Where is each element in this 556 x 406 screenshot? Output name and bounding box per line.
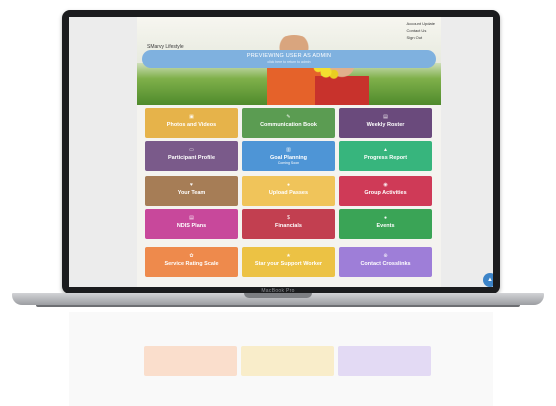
dollar-icon: $ <box>287 215 290 221</box>
laptop-screen: SMarvy Lifestyle Account Update Contact … <box>69 17 493 287</box>
laptop-foot <box>36 305 520 307</box>
rating-icon: ✿ <box>189 253 194 259</box>
tile-label: Service Rating Scale <box>164 261 219 267</box>
bar-chart-icon: ▥ <box>286 147 291 153</box>
tile-upload-passes[interactable]: ● Upload Passes <box>242 176 335 206</box>
tile-grid-primary: ▣ Photos and Videos ✎ Communication Book ▤ We… <box>145 108 433 171</box>
scroll-top-button[interactable]: ▲ <box>483 273 493 287</box>
laptop-lid: SMarvy Lifestyle Account Update Contact … <box>62 10 500 294</box>
hero-image: SMarvy Lifestyle Account Update Contact … <box>137 17 441 105</box>
photo-icon: ▣ <box>189 114 194 120</box>
tile-label: Upload Passes <box>268 190 309 196</box>
tile-events[interactable]: ● Events <box>339 209 432 239</box>
tile-label: Your Team <box>177 190 206 196</box>
tile-label: Weekly Roster <box>366 122 405 128</box>
tile-label: NDIS Plans <box>176 223 207 229</box>
tile-contact-crosslinks[interactable]: ⊕ Contact Crosslinks <box>339 247 432 277</box>
document-icon: ▤ <box>189 215 194 221</box>
reflection-tiles <box>144 346 432 376</box>
laptop-brand: MacBook Pro <box>261 288 295 294</box>
tile-star-your-support-worker[interactable]: ★ Star your Support Worker <box>242 247 335 277</box>
tile-photos-and-videos[interactable]: ▣ Photos and Videos <box>145 108 238 138</box>
tile-progress-report[interactable]: ▲ Progress Report <box>339 141 432 171</box>
reflection <box>62 312 500 406</box>
tile-ndis-plans[interactable]: ▤ NDIS Plans <box>145 209 238 239</box>
top-links: Account Update Contact Us Sign Out <box>407 20 435 41</box>
activity-icon: ◉ <box>383 182 388 188</box>
banner-subtitle: click here to return to admin <box>267 60 311 64</box>
tile-label: Events <box>376 223 395 229</box>
tile-sublabel: Coming Soon <box>277 161 300 165</box>
tile-label: Progress Report <box>363 155 408 161</box>
sign-out-link[interactable]: Sign Out <box>407 34 435 41</box>
admin-preview-banner[interactable]: PREVIEWING USER AS ADMIN click here to r… <box>142 50 436 68</box>
tile-service-rating-scale[interactable]: ✿ Service Rating Scale <box>145 247 238 277</box>
reflection-tile <box>144 346 237 376</box>
reflection-tile <box>241 346 334 376</box>
tile-grid-tertiary: ✿ Service Rating Scale ★ Star your Support … <box>145 247 433 277</box>
events-icon: ● <box>383 215 388 221</box>
tile-label: Financials <box>275 223 302 229</box>
tile-goal-planning[interactable]: ▥ Goal Planning Coming Soon <box>242 141 335 171</box>
tile-weekly-roster[interactable]: ▤ Weekly Roster <box>339 108 432 138</box>
tile-financials[interactable]: $ Financials <box>242 209 335 239</box>
tile-label: Participant Profile <box>167 155 216 161</box>
tile-label: Star your Support Worker <box>254 261 323 267</box>
tile-label: Contact Crosslinks <box>360 261 411 267</box>
website: SMarvy Lifestyle Account Update Contact … <box>137 17 441 287</box>
star-icon: ★ <box>286 253 291 259</box>
tile-grid-secondary: ♥ Your Team ● Upload Passes ◉ Group Activitie… <box>145 176 433 239</box>
banner-title: PREVIEWING USER AS ADMIN <box>246 53 332 59</box>
chat-icon: ✎ <box>286 114 291 120</box>
tile-label: Photos and Videos <box>166 122 217 128</box>
team-icon: ♥ <box>190 182 193 188</box>
contact-us-link[interactable]: Contact Us <box>407 27 435 34</box>
account-update-link[interactable]: Account Update <box>407 20 435 27</box>
tile-communication-book[interactable]: ✎ Communication Book <box>242 108 335 138</box>
reflection-tile <box>338 346 431 376</box>
stage: SMarvy Lifestyle Account Update Contact … <box>0 0 556 406</box>
tile-group-activities[interactable]: ◉ Group Activities <box>339 176 432 206</box>
tile-your-team[interactable]: ♥ Your Team <box>145 176 238 206</box>
tile-label: Communication Book <box>260 122 317 128</box>
trend-icon: ▲ <box>383 147 388 153</box>
id-card-icon: ▭ <box>189 147 194 153</box>
tile-label: Group Activities <box>364 190 407 196</box>
link-icon: ⊕ <box>383 253 388 259</box>
tile-participant-profile[interactable]: ▭ Participant Profile <box>145 141 238 171</box>
upload-icon: ● <box>286 182 291 188</box>
calendar-icon: ▤ <box>383 114 388 120</box>
